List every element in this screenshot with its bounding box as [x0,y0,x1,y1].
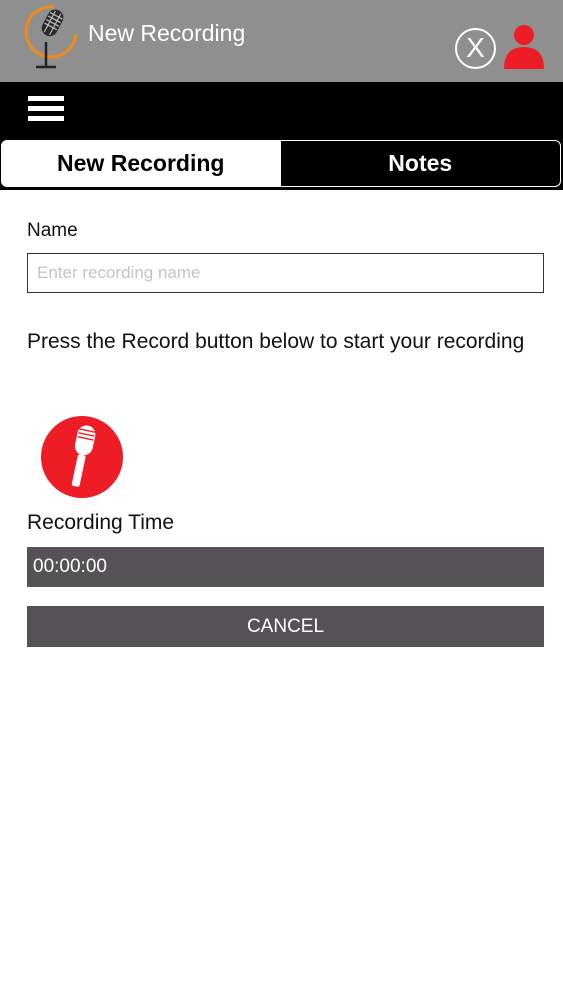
menu-bar [0,82,563,138]
cancel-button[interactable]: CANCEL [27,606,544,647]
hamburger-menu-icon[interactable] [28,96,64,124]
tab-new-recording[interactable]: New Recording [1,140,281,187]
recording-time-display: 00:00:00 [27,547,544,587]
app-screen: New Recording X New Recording Notes Name… [0,0,563,1000]
record-instructions: Press the Record button below to start y… [27,330,525,353]
name-label: Name [27,220,78,241]
record-microphone-icon[interactable] [40,415,124,499]
microphone-logo-icon [24,5,78,69]
app-title: New Recording [88,20,246,46]
close-circle-icon[interactable]: X [455,28,496,69]
user-icon[interactable] [502,23,546,69]
tab-notes[interactable]: Notes [280,140,561,187]
tab-bar: New Recording Notes [0,138,563,190]
recording-time-label: Recording Time [27,511,175,534]
recording-name-input[interactable] [27,253,544,293]
title-bar: New Recording X [0,0,563,82]
